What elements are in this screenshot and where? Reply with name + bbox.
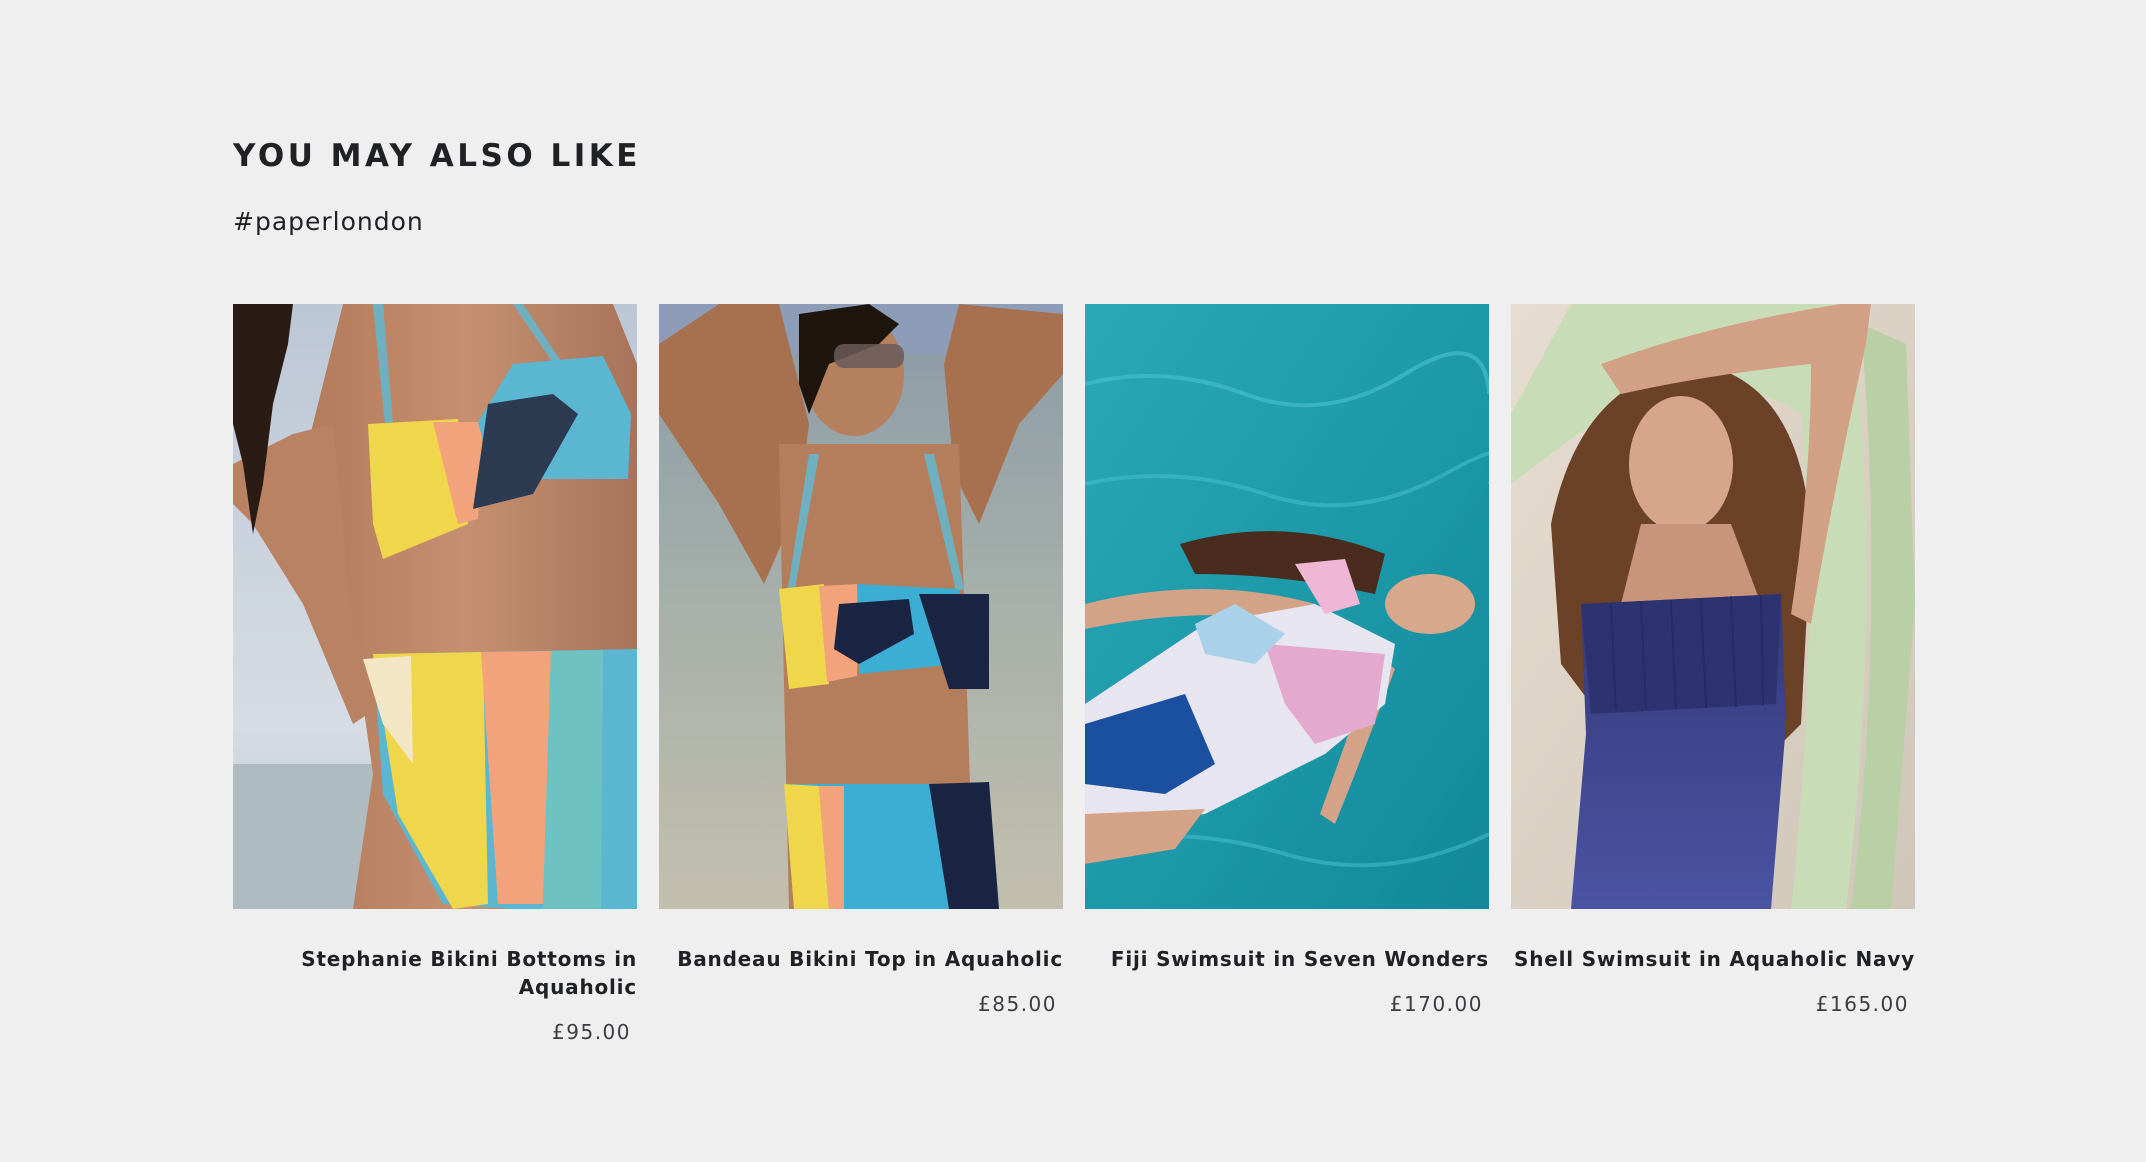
product-card-stephanie-bikini-bottoms[interactable]: Stephanie Bikini Bottoms in Aquaholic £9… — [233, 304, 637, 1045]
product-card-shell-swimsuit[interactable]: Shell Swimsuit in Aquaholic Navy £165.00 — [1511, 304, 1915, 1017]
bikini-bottoms-photo — [233, 304, 637, 909]
swimsuit-pool-photo — [1085, 304, 1489, 909]
product-price: £170.00 — [1389, 992, 1483, 1016]
product-name[interactable]: Shell Swimsuit in Aquaholic Navy — [1511, 909, 1915, 973]
product-name[interactable]: Stephanie Bikini Bottoms in Aquaholic — [233, 909, 637, 1001]
product-price: £85.00 — [978, 992, 1057, 1016]
navy-swimsuit-photo — [1511, 304, 1915, 909]
product-price: £95.00 — [552, 1020, 631, 1044]
product-image[interactable] — [1085, 304, 1489, 909]
product-price: £165.00 — [1815, 992, 1909, 1016]
product-image[interactable] — [233, 304, 637, 909]
product-card-bandeau-bikini-top[interactable]: Bandeau Bikini Top in Aquaholic £85.00 — [659, 304, 1063, 1017]
product-image[interactable] — [1511, 304, 1915, 909]
hashtag-link[interactable]: #paperlondon — [233, 205, 424, 239]
section-title: YOU MAY ALSO LIKE — [233, 138, 641, 174]
product-name[interactable]: Bandeau Bikini Top in Aquaholic — [659, 909, 1063, 973]
product-name[interactable]: Fiji Swimsuit in Seven Wonders — [1085, 909, 1489, 973]
product-card-fiji-swimsuit[interactable]: Fiji Swimsuit in Seven Wonders £170.00 — [1085, 304, 1489, 1017]
bikini-top-photo — [659, 304, 1063, 909]
product-image[interactable] — [659, 304, 1063, 909]
